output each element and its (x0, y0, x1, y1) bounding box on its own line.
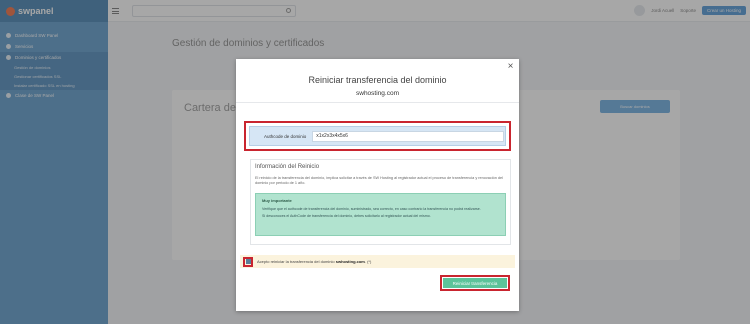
modal-header: Reiniciar transferencia del dominio swho… (236, 59, 519, 103)
checkbox-mark (245, 259, 251, 264)
info-title: Información del Reinicio (255, 164, 320, 170)
modal-domain: swhosting.com (356, 90, 399, 97)
info-text: El reinicio de la transferencia del domi… (255, 176, 503, 186)
accept-checkbox[interactable] (243, 256, 253, 267)
restart-info-panel: Información del Reinicio El reinicio de … (250, 159, 511, 245)
accept-label: Acepto reiniciar la transferencia del do… (257, 259, 371, 264)
important-title: Muy importante (262, 197, 292, 203)
authcode-label: Authcode de dominio (264, 133, 307, 139)
submit-highlight: Reiniciar transferencia (440, 275, 510, 291)
authcode-input[interactable] (312, 130, 505, 142)
important-notice: Muy importante Verifique que el authcode… (255, 192, 506, 236)
accept-row: Acepto reiniciar la transferencia del do… (240, 255, 515, 268)
authcode-section: Authcode de dominio (244, 121, 511, 151)
modal-title: Reiniciar transferencia del dominio (308, 75, 447, 85)
accept-domain: swhosting.com (335, 259, 365, 264)
accept-text: Acepto reiniciar la transferencia del do… (257, 259, 335, 264)
restart-transfer-button[interactable]: Reiniciar transferencia (443, 278, 507, 288)
authcode-row: Authcode de dominio (249, 126, 506, 146)
accept-suffix: . (*) (364, 259, 372, 264)
important-text: Si desconoces el AuthCode de transferenc… (262, 214, 431, 219)
important-text: Verifique que el authcode de transferenc… (262, 206, 481, 211)
close-icon[interactable]: × (506, 62, 515, 72)
restart-transfer-modal: Reiniciar transferencia del dominio swho… (236, 59, 519, 311)
